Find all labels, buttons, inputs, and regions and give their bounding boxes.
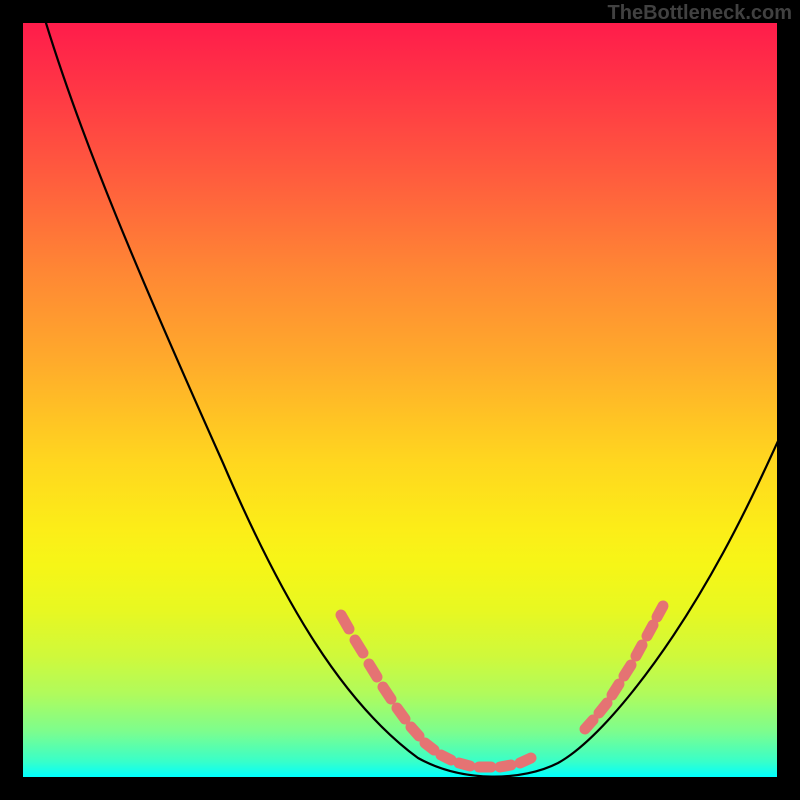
- chart-svg: [23, 23, 777, 777]
- watermark-text: TheBottleneck.com: [608, 2, 792, 25]
- highlight-group-left: [341, 615, 531, 767]
- chart-frame: [23, 23, 777, 777]
- bottleneck-curve: [46, 23, 777, 777]
